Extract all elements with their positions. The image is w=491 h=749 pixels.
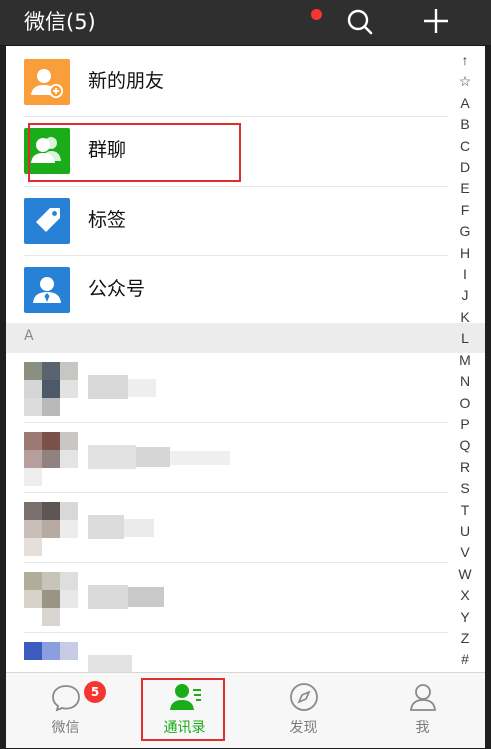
contacts-icon (169, 681, 201, 713)
app-frame: 微信(5) 新的朋友 群聊 标签 公众号 A ↑ ☆ A B C D E F G… (0, 0, 491, 748)
avatar (24, 502, 78, 556)
index-letter[interactable]: T (450, 500, 480, 521)
tab-contacts[interactable]: 通讯录 (125, 673, 244, 749)
menu-item-official-accounts[interactable]: 公众号 (6, 256, 485, 324)
index-letter[interactable]: E (450, 178, 480, 199)
notification-dot (311, 9, 322, 20)
index-letter[interactable]: # (450, 649, 480, 670)
index-letter[interactable]: U (450, 521, 480, 542)
index-letter[interactable]: I (450, 264, 480, 285)
menu-item-label: 公众号 (88, 278, 146, 300)
menu-item-group-chats[interactable]: 群聊 (6, 117, 485, 185)
alphabet-index[interactable]: ↑ ☆ A B C D E F G H I J K L M N O P Q R S T U V W X Y Z # (450, 50, 480, 671)
index-letter[interactable]: M (450, 350, 480, 371)
search-icon (347, 9, 373, 35)
index-letter[interactable]: K (450, 307, 480, 328)
index-letter[interactable]: L (450, 328, 480, 349)
contacts-list: 新的朋友 群聊 标签 公众号 A (6, 46, 485, 672)
contact-row[interactable] (6, 423, 485, 491)
index-letter[interactable]: S (450, 478, 480, 499)
tab-chats[interactable]: 5 微信 (6, 673, 125, 749)
index-letter[interactable]: V (450, 542, 480, 563)
index-letter[interactable]: J (450, 285, 480, 306)
top-bar: 微信(5) (0, 0, 491, 46)
avatar (24, 642, 78, 672)
tab-discover[interactable]: 发现 (244, 673, 363, 749)
tab-label: 微信 (51, 720, 80, 736)
unread-badge: 5 (84, 681, 106, 703)
avatar (24, 432, 78, 486)
index-letter[interactable]: W (450, 564, 480, 585)
menu-item-label: 标签 (88, 209, 127, 231)
section-header-a: A (6, 323, 485, 353)
index-letter[interactable]: A (450, 93, 480, 114)
index-letter[interactable]: F (450, 200, 480, 221)
index-letter[interactable]: X (450, 585, 480, 606)
contact-row[interactable] (6, 563, 485, 631)
official-account-icon (24, 267, 70, 313)
avatar (24, 362, 78, 416)
contact-row[interactable] (6, 493, 485, 561)
index-letter[interactable]: B (450, 114, 480, 135)
tab-label: 发现 (289, 720, 318, 736)
chat-bubble-icon (50, 681, 82, 713)
plus-icon (424, 9, 448, 33)
group-chat-icon (24, 128, 70, 174)
tab-label: 通讯录 (163, 720, 206, 736)
person-icon (407, 681, 439, 713)
menu-item-tags[interactable]: 标签 (6, 187, 485, 255)
index-letter[interactable]: Z (450, 628, 480, 649)
index-letter[interactable]: P (450, 414, 480, 435)
page-title: 微信(5) (24, 10, 96, 34)
index-letter[interactable]: H (450, 243, 480, 264)
index-letter[interactable]: O (450, 393, 480, 414)
tab-label: 我 (415, 720, 430, 736)
index-letter[interactable]: N (450, 371, 480, 392)
tag-icon (24, 198, 70, 244)
index-letter[interactable]: ☆ (450, 71, 480, 92)
index-letter[interactable]: Y (450, 607, 480, 628)
section-letter: A (24, 328, 34, 344)
tab-me[interactable]: 我 (363, 673, 482, 749)
search-button[interactable] (344, 6, 376, 38)
index-letter[interactable]: D (450, 157, 480, 178)
index-letter[interactable]: R (450, 457, 480, 478)
menu-item-label: 新的朋友 (88, 70, 165, 92)
index-letter[interactable]: Q (450, 435, 480, 456)
contact-row[interactable] (6, 633, 485, 672)
add-friend-icon (24, 59, 70, 105)
add-button[interactable] (420, 5, 452, 37)
index-letter[interactable]: ↑ (450, 50, 480, 71)
compass-icon (288, 681, 320, 713)
tab-bar: 5 微信 通讯录 发现 我 (6, 672, 485, 748)
menu-item-new-friends[interactable]: 新的朋友 (6, 48, 485, 116)
contact-row[interactable] (6, 353, 485, 421)
index-letter[interactable]: C (450, 136, 480, 157)
avatar (24, 572, 78, 626)
menu-item-label: 群聊 (88, 139, 127, 161)
index-letter[interactable]: G (450, 221, 480, 242)
